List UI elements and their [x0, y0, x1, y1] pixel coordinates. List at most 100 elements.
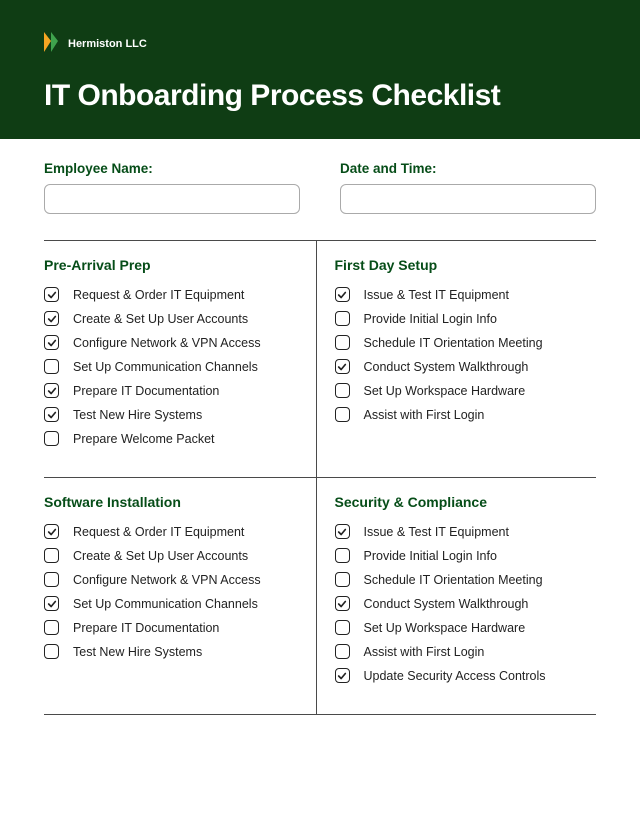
checklist-item: Schedule IT Orientation Meeting: [335, 572, 593, 587]
checklist-item: Prepare IT Documentation: [44, 620, 302, 635]
section-pre-arrival: Pre-Arrival Prep Request & Order IT Equi…: [44, 241, 317, 477]
section-first-day: First Day Setup Issue & Test IT Equipmen…: [317, 241, 597, 477]
checklist-item: Create & Set Up User Accounts: [44, 548, 302, 563]
checkbox[interactable]: [44, 524, 59, 539]
checklist-item: Provide Initial Login Info: [335, 311, 593, 326]
checklist-item: Set Up Communication Channels: [44, 596, 302, 611]
checklist-item: Request & Order IT Equipment: [44, 524, 302, 539]
checklist-item: Issue & Test IT Equipment: [335, 524, 593, 539]
checkbox[interactable]: [335, 596, 350, 611]
section-title: Software Installation: [44, 494, 302, 510]
employee-name-field: Employee Name:: [44, 161, 300, 214]
checklist-item: Prepare Welcome Packet: [44, 431, 302, 446]
checkbox[interactable]: [335, 407, 350, 422]
header: Hermiston LLC IT Onboarding Process Chec…: [0, 0, 640, 139]
datetime-input[interactable]: [340, 184, 596, 214]
checklist-item: Prepare IT Documentation: [44, 383, 302, 398]
checklist-item: Test New Hire Systems: [44, 644, 302, 659]
checklist-item-label: Provide Initial Login Info: [364, 549, 497, 563]
checkbox[interactable]: [44, 644, 59, 659]
form-row: Employee Name: Date and Time:: [44, 161, 596, 214]
checklist-item: Conduct System Walkthrough: [335, 596, 593, 611]
section-title: Pre-Arrival Prep: [44, 257, 302, 273]
checklist-item-label: Issue & Test IT Equipment: [364, 525, 509, 539]
checklist-item-label: Set Up Communication Channels: [73, 597, 258, 611]
checkbox[interactable]: [335, 644, 350, 659]
checklist-item-label: Test New Hire Systems: [73, 408, 202, 422]
checkbox[interactable]: [335, 620, 350, 635]
checklist-grid: Pre-Arrival Prep Request & Order IT Equi…: [44, 240, 596, 715]
checklist-item: Update Security Access Controls: [335, 668, 593, 683]
brand-name: Hermiston LLC: [68, 38, 147, 50]
checklist-item-label: Issue & Test IT Equipment: [364, 288, 509, 302]
checklist-item-label: Conduct System Walkthrough: [364, 597, 529, 611]
checkbox[interactable]: [44, 620, 59, 635]
checklist-item-label: Set Up Workspace Hardware: [364, 621, 526, 635]
brand-logo-icon: [44, 30, 58, 57]
grid-row: Pre-Arrival Prep Request & Order IT Equi…: [44, 241, 596, 478]
checkbox[interactable]: [335, 668, 350, 683]
checkbox[interactable]: [335, 359, 350, 374]
checklist-item-label: Prepare Welcome Packet: [73, 432, 215, 446]
checklist-item: Schedule IT Orientation Meeting: [335, 335, 593, 350]
checklist-item: Assist with First Login: [335, 407, 593, 422]
content: Employee Name: Date and Time: Pre-Arriva…: [0, 139, 640, 715]
section-title: Security & Compliance: [335, 494, 593, 510]
checklist-item-label: Create & Set Up User Accounts: [73, 312, 248, 326]
checklist-item-label: Request & Order IT Equipment: [73, 288, 244, 302]
checklist-item: Assist with First Login: [335, 644, 593, 659]
checklist-item: Conduct System Walkthrough: [335, 359, 593, 374]
checklist-item-label: Update Security Access Controls: [364, 669, 546, 683]
checkbox[interactable]: [44, 359, 59, 374]
checklist: Request & Order IT Equipment Create & Set…: [44, 524, 302, 659]
checklist-item-label: Schedule IT Orientation Meeting: [364, 336, 543, 350]
checklist-item-label: Set Up Communication Channels: [73, 360, 258, 374]
datetime-field: Date and Time:: [340, 161, 596, 214]
section-software: Software Installation Request & Order IT…: [44, 478, 317, 714]
checkbox[interactable]: [335, 548, 350, 563]
checklist-item-label: Conduct System Walkthrough: [364, 360, 529, 374]
checklist-item-label: Assist with First Login: [364, 645, 485, 659]
checklist-item-label: Set Up Workspace Hardware: [364, 384, 526, 398]
checkbox[interactable]: [335, 287, 350, 302]
checklist-item: Provide Initial Login Info: [335, 548, 593, 563]
checkbox[interactable]: [335, 524, 350, 539]
checkbox[interactable]: [44, 596, 59, 611]
checklist-item: Set Up Workspace Hardware: [335, 383, 593, 398]
checkbox[interactable]: [335, 572, 350, 587]
checklist: Request & Order IT Equipment Create & Set…: [44, 287, 302, 446]
checkbox[interactable]: [44, 407, 59, 422]
checkbox[interactable]: [335, 335, 350, 350]
checklist-item: Set Up Communication Channels: [44, 359, 302, 374]
checklist-item-label: Configure Network & VPN Access: [73, 336, 261, 350]
checkbox[interactable]: [335, 383, 350, 398]
checklist-item-label: Configure Network & VPN Access: [73, 573, 261, 587]
checklist-item-label: Provide Initial Login Info: [364, 312, 497, 326]
checkbox[interactable]: [44, 572, 59, 587]
checklist-item-label: Prepare IT Documentation: [73, 621, 219, 635]
checklist-item: Configure Network & VPN Access: [44, 572, 302, 587]
checkbox[interactable]: [44, 335, 59, 350]
checklist-item-label: Request & Order IT Equipment: [73, 525, 244, 539]
employee-name-label: Employee Name:: [44, 161, 300, 176]
section-title: First Day Setup: [335, 257, 593, 273]
checklist-item: Configure Network & VPN Access: [44, 335, 302, 350]
checklist-item-label: Create & Set Up User Accounts: [73, 549, 248, 563]
brand: Hermiston LLC: [44, 30, 596, 57]
checklist-item: Set Up Workspace Hardware: [335, 620, 593, 635]
checklist: Issue & Test IT Equipment Provide Initial…: [335, 287, 593, 422]
checkbox[interactable]: [335, 311, 350, 326]
employee-name-input[interactable]: [44, 184, 300, 214]
checkbox[interactable]: [44, 431, 59, 446]
section-security: Security & Compliance Issue & Test IT Eq…: [317, 478, 597, 714]
datetime-label: Date and Time:: [340, 161, 596, 176]
checklist-item-label: Schedule IT Orientation Meeting: [364, 573, 543, 587]
page-title: IT Onboarding Process Checklist: [44, 79, 596, 113]
checkbox[interactable]: [44, 287, 59, 302]
checklist-item-label: Test New Hire Systems: [73, 645, 202, 659]
checklist-item: Test New Hire Systems: [44, 407, 302, 422]
checkbox[interactable]: [44, 311, 59, 326]
checkbox[interactable]: [44, 548, 59, 563]
checkbox[interactable]: [44, 383, 59, 398]
checklist-item: Request & Order IT Equipment: [44, 287, 302, 302]
